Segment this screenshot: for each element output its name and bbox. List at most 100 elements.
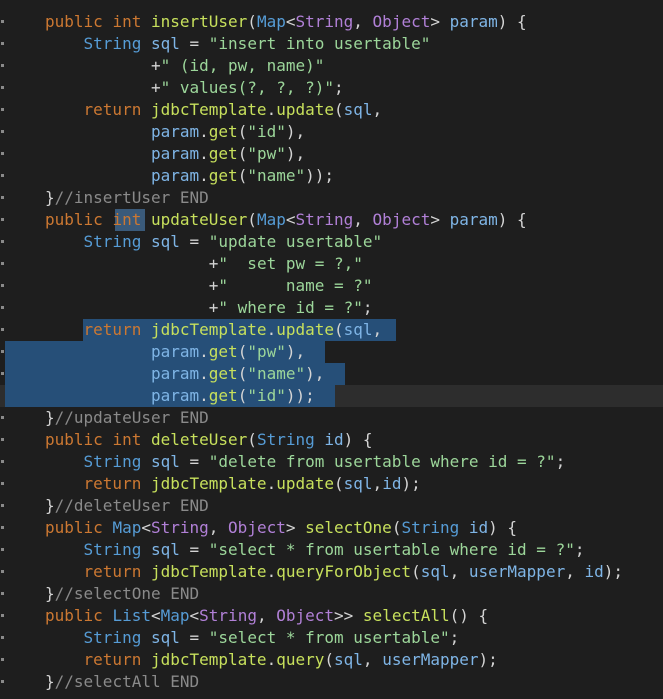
code-line[interactable]: return jdbcTemplate.update(sql, — [0, 319, 663, 341]
code-token: >> — [334, 606, 363, 625]
code-line[interactable]: public List<Map<String, Object>> selectA… — [0, 605, 663, 627]
code-line[interactable]: }//selectAll END — [0, 671, 663, 693]
code-token: ) { — [497, 210, 527, 229]
code-line[interactable]: String sql = "select * from usertable"; — [0, 627, 663, 649]
code-line[interactable]: public Map<String, Object> selectOne(Str… — [0, 517, 663, 539]
code-token: + — [208, 298, 219, 317]
code-line-text: }//updateUser END — [45, 407, 209, 429]
code-line[interactable]: }//insertUser END — [0, 187, 663, 209]
code-token: param — [150, 166, 200, 185]
code-token: , — [256, 606, 277, 625]
code-line[interactable]: return jdbcTemplate.update(sql, — [0, 99, 663, 121]
code-line[interactable]: param.get("pw"), — [0, 341, 663, 363]
code-token: < — [141, 518, 151, 537]
code-token: () { — [449, 606, 489, 625]
code-token: jdbcTemplate — [150, 100, 267, 119]
code-token: update — [276, 100, 334, 119]
code-token: . — [266, 562, 277, 581]
code-line-text: String sql = "insert into usertable" — [45, 33, 431, 55]
code-line[interactable]: String sql = "update usertable" — [0, 231, 663, 253]
code-line[interactable]: param.get("id")); — [0, 385, 663, 407]
code-line[interactable]: String sql = "insert into usertable" — [0, 33, 663, 55]
code-token: get — [208, 386, 238, 405]
code-token: = — [179, 34, 209, 53]
code-token: ( — [237, 122, 248, 141]
code-line[interactable]: +" values(?, ?, ?)"; — [0, 77, 663, 99]
code-line[interactable]: param.get("name"), — [0, 363, 663, 385]
code-line[interactable]: }//selectOne END — [0, 583, 663, 605]
code-token: userMapper — [382, 650, 479, 669]
code-token: "delete from usertable where id = ?" — [208, 452, 556, 471]
code-line[interactable]: return jdbcTemplate.queryForObject(sql, … — [0, 561, 663, 583]
code-line[interactable]: param.get("id"), — [0, 121, 663, 143]
code-token: . — [199, 386, 209, 405]
code-token: ) { — [488, 518, 518, 537]
code-line-text: return jdbcTemplate.query(sql, userMappe… — [45, 649, 498, 671]
code-token: " name = ?" — [218, 276, 373, 295]
code-token: < — [189, 606, 200, 625]
code-token: int — [112, 210, 151, 229]
code-token: , — [353, 12, 373, 31]
code-token: , — [208, 518, 229, 537]
code-token: String — [295, 210, 354, 229]
code-line-text: public Map<String, Object> selectOne(Str… — [45, 517, 517, 539]
code-line[interactable]: String sql = "delete from usertable wher… — [0, 451, 663, 473]
code-token: get — [208, 342, 238, 361]
code-line-text: +" values(?, ?, ?)"; — [45, 77, 344, 99]
code-token: , — [565, 562, 585, 581]
code-token: ( — [411, 562, 421, 581]
code-line[interactable]: +" set pw = ?," — [0, 253, 663, 275]
code-token: return — [83, 100, 151, 119]
code-line-text: String sql = "update usertable" — [45, 231, 383, 253]
code-token: public — [45, 606, 113, 625]
code-token: String — [83, 232, 151, 251]
code-token: param — [150, 342, 200, 361]
code-line[interactable]: param.get("pw"), — [0, 143, 663, 165]
code-token: public — [45, 430, 113, 449]
code-line[interactable]: +" where id = ?"; — [0, 297, 663, 319]
code-token: return — [83, 650, 151, 669]
code-token: } — [45, 408, 55, 427]
code-token: . — [266, 320, 277, 339]
code-line[interactable]: +" name = ?" — [0, 275, 663, 297]
code-line[interactable]: }//deleteUser END — [0, 495, 663, 517]
code-line-text: public int updateUser(Map<String, Object… — [45, 209, 527, 231]
code-token: sql — [334, 650, 363, 669]
code-token: param — [150, 364, 200, 383]
code-token: > — [285, 518, 306, 537]
code-line[interactable]: String sql = "select * from usertable wh… — [0, 539, 663, 561]
code-line[interactable]: return jdbcTemplate.update(sql,id); — [0, 473, 663, 495]
code-line[interactable]: public int updateUser(Map<String, Object… — [0, 209, 663, 231]
code-line[interactable]: param.get("name")); — [0, 165, 663, 187]
code-line[interactable]: public int deleteUser(String id) { — [0, 429, 663, 451]
code-line[interactable]: }//updateUser END — [0, 407, 663, 429]
code-token: sql — [150, 628, 180, 647]
code-token: //selectAll END — [54, 672, 200, 691]
code-token: } — [45, 188, 55, 207]
code-token: String — [83, 540, 151, 559]
code-token: return — [83, 474, 151, 493]
code-token: jdbcTemplate — [150, 562, 267, 581]
code-token: int — [112, 430, 151, 449]
code-token: update — [276, 320, 334, 339]
code-line[interactable]: public int insertUser(Map<String, Object… — [0, 11, 663, 33]
code-line[interactable]: +" (id, pw, name)" — [0, 55, 663, 77]
code-line-text: }//deleteUser END — [45, 495, 209, 517]
code-editor[interactable]: public int insertUser(Map<String, Object… — [0, 0, 663, 699]
code-token: jdbcTemplate — [150, 650, 267, 669]
code-token: sql — [150, 540, 180, 559]
code-token: ); — [401, 474, 421, 493]
code-line[interactable]: return jdbcTemplate.query(sql, userMappe… — [0, 649, 663, 671]
code-token: "update usertable" — [208, 232, 383, 251]
code-token: Map — [256, 12, 286, 31]
